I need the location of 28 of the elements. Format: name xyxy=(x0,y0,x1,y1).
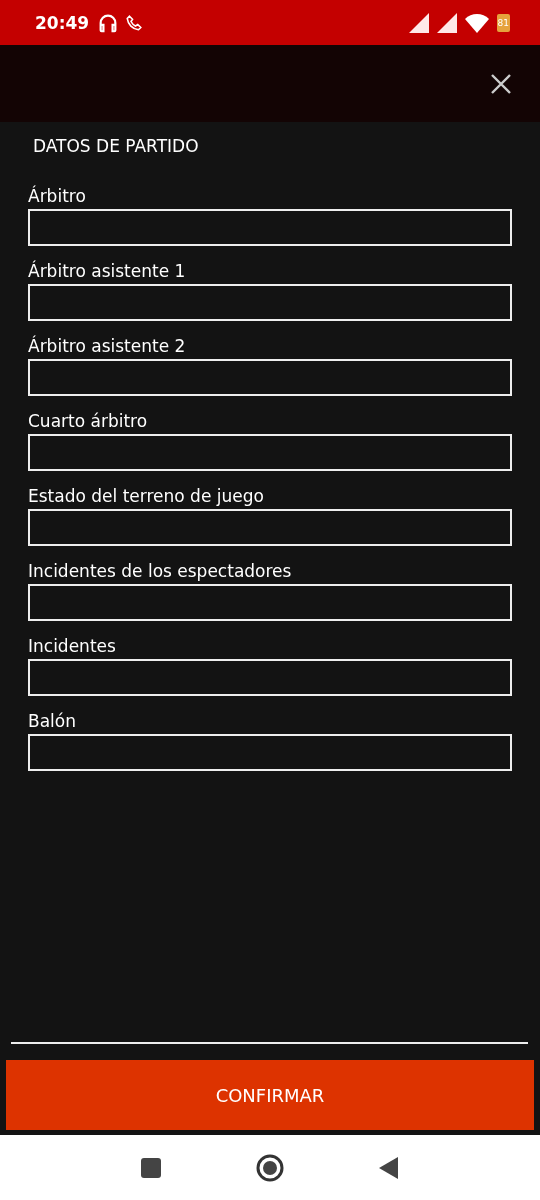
home-icon[interactable] xyxy=(256,1153,284,1182)
signal-icon xyxy=(436,12,459,33)
field-label: Balón xyxy=(28,710,77,733)
battery-level: 81 xyxy=(496,13,510,32)
signal-icon xyxy=(408,12,431,33)
back-icon[interactable] xyxy=(379,1156,399,1179)
close-icon[interactable] xyxy=(490,72,512,95)
field-label: Árbitro asistente 1 xyxy=(28,259,187,283)
input-field[interactable] xyxy=(28,659,512,696)
field-label: Incidentes de los espectadores xyxy=(28,560,293,583)
wifi-icon xyxy=(464,12,489,33)
field-label: Árbitro xyxy=(28,184,87,208)
field-label: Cuarto árbitro xyxy=(28,410,149,433)
phone-icon xyxy=(125,13,144,32)
input-field[interactable] xyxy=(28,584,512,621)
input-field[interactable] xyxy=(28,359,512,396)
field-label: Árbitro asistente 2 xyxy=(28,334,187,358)
input-field[interactable] xyxy=(28,284,512,321)
input-field[interactable] xyxy=(28,734,512,771)
dialog-title: DATOS DE PARTIDO xyxy=(32,135,200,158)
field-label: Estado del terreno de juego xyxy=(28,485,265,508)
field-label: Incidentes xyxy=(28,635,117,658)
confirm-button[interactable]: CONFIRMAR xyxy=(6,1060,534,1130)
recents-icon[interactable] xyxy=(141,1157,161,1178)
input-field[interactable] xyxy=(28,209,512,246)
input-field[interactable] xyxy=(28,509,512,546)
input-field[interactable] xyxy=(28,434,512,471)
clock: 20:49 xyxy=(35,12,90,33)
